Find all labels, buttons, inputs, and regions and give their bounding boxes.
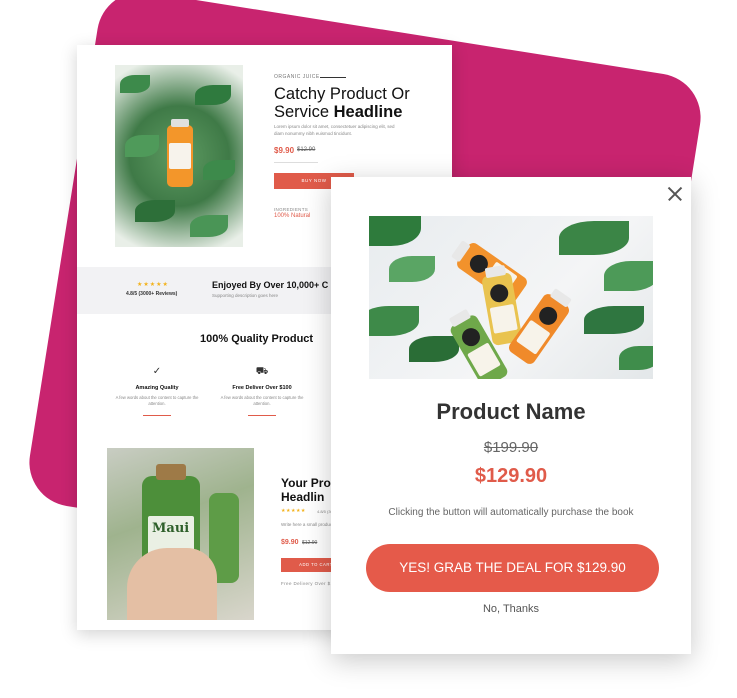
popup-note: Clicking the button will automatically p… [388, 507, 634, 518]
product2-old-price: $12.90 [302, 540, 318, 546]
feature-text: A few words about the content to capture… [115, 395, 199, 406]
landing-description: Lorem ipsum dolor sit amet, consectetuer… [274, 124, 395, 136]
feature-title: Amazing Quality [135, 385, 179, 391]
popup-old-price: $199.90 [483, 439, 539, 456]
popup-price: $129.90 [474, 465, 548, 487]
upsell-popup: Product Name $199.90 $129.90 Clicking th… [331, 177, 691, 654]
check-circle-icon: ✓ [152, 366, 162, 377]
headline-bold: Headline [333, 103, 403, 121]
feature-amazing-quality: ✓ Amazing Quality A few words about the … [112, 365, 202, 416]
hero-product-image [115, 65, 243, 247]
landing-old-price: $12.90 [297, 147, 316, 153]
no-thanks-link[interactable]: No, Thanks [331, 603, 691, 615]
feature-underline [143, 415, 171, 416]
landing-price: $9.90 [274, 146, 295, 155]
rating-text: 4.8/5 (3000+ Reviews) [126, 291, 178, 297]
headline-line1: Catchy Product Or [274, 85, 410, 103]
product2-headline-line2: Headlin [281, 490, 325, 504]
eyebrow-divider [320, 77, 346, 78]
feature-title: Free Deliver Over $100 [232, 385, 292, 391]
landing-divider [274, 162, 318, 163]
product2-headline-line1: Your Pro [281, 476, 331, 490]
ingredients-label: INGREDIENTS [274, 207, 309, 212]
enjoyed-subtext: Supporting description goes here [212, 293, 279, 298]
ingredients-value: 100% Natural [274, 213, 311, 219]
feature-underline [248, 415, 276, 416]
feature-text: A few words about the content to capture… [220, 395, 304, 406]
product2-price: $9.90 [281, 539, 299, 546]
enjoyed-heading: Enjoyed By Over 10,000+ C [212, 280, 329, 290]
popup-product-name: Product Name [436, 399, 586, 424]
product2-image: Maui [107, 448, 254, 620]
quality-heading: 100% Quality Product [200, 333, 314, 345]
popup-product-image [369, 216, 653, 379]
truck-icon: ⛟ [255, 366, 269, 377]
grab-deal-button[interactable]: YES! GRAB THE DEAL FOR $129.90 [366, 544, 659, 592]
feature-free-delivery: ⛟ Free Deliver Over $100 A few words abo… [217, 365, 307, 416]
landing-headline: Catchy Product Or Service Headline [274, 85, 449, 121]
rating-stars: ★★★★★ [137, 282, 169, 288]
headline-line2: Service [274, 103, 330, 121]
eyebrow-label: ORGANIC JUICE [274, 74, 320, 80]
product2-stars: ★★★★★ [281, 508, 306, 514]
close-icon[interactable] [663, 182, 687, 206]
